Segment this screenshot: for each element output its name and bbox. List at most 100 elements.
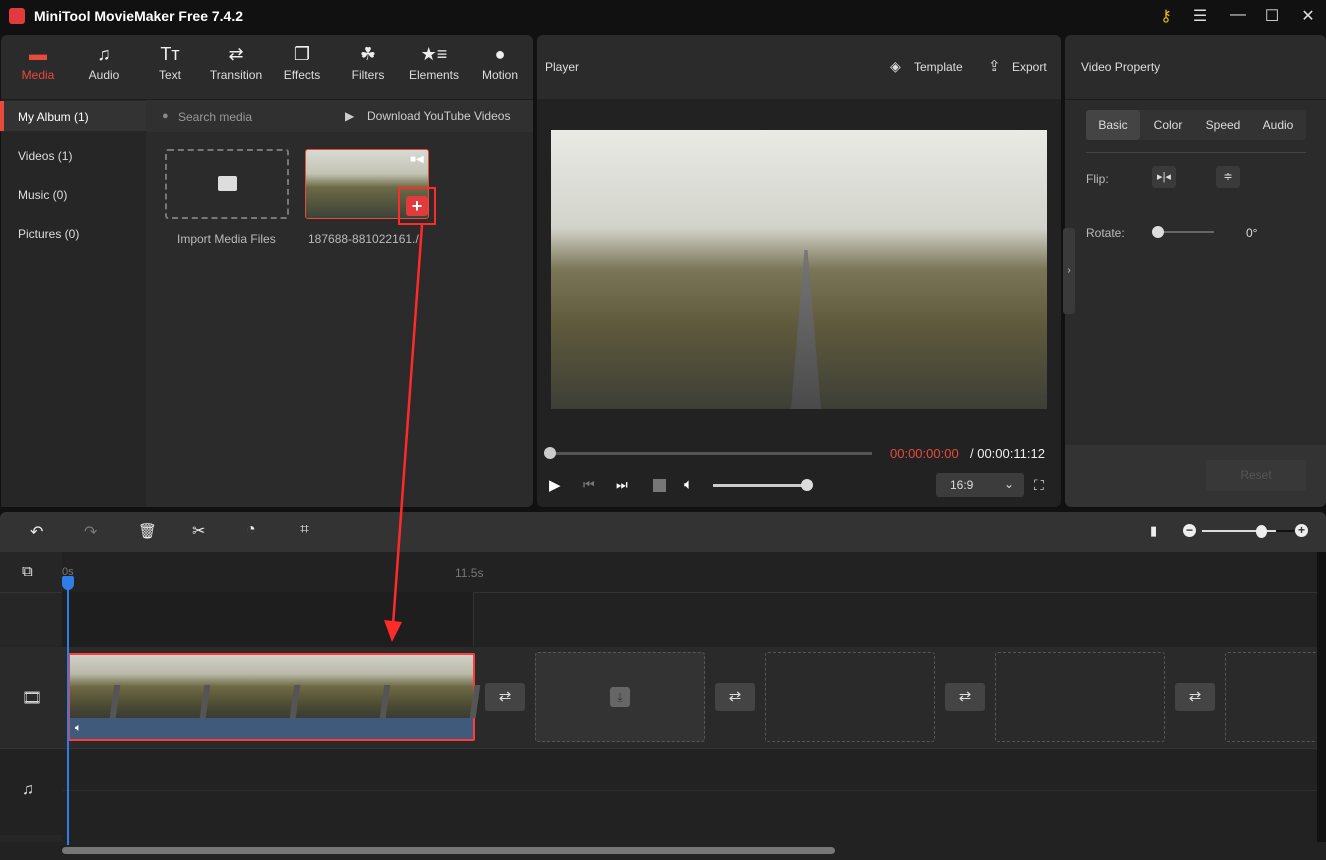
time-ruler[interactable] bbox=[62, 552, 1317, 592]
flip-label: Flip: bbox=[1086, 172, 1109, 186]
toolbar-label: Media bbox=[21, 68, 55, 82]
timeline-zoom-handle[interactable] bbox=[1256, 525, 1267, 538]
tab-color[interactable]: Color bbox=[1140, 110, 1196, 140]
video-camera-icon: ■◀ bbox=[410, 154, 424, 165]
next-frame-button[interactable]: ⏭ bbox=[616, 477, 628, 493]
volume-slider[interactable] bbox=[713, 484, 805, 487]
toolbar-motion[interactable]: ● Motion bbox=[467, 44, 533, 82]
app-title: MiniTool MovieMaker Free 7.4.2 bbox=[34, 8, 244, 24]
playhead-handle[interactable] bbox=[62, 576, 74, 590]
film-icon: 🎞︎ bbox=[22, 690, 43, 707]
annotation-arrow bbox=[384, 224, 424, 642]
rotate-value: 0° bbox=[1246, 226, 1258, 240]
search-icon[interactable]: ● bbox=[162, 110, 169, 122]
aspect-ratio-select[interactable]: 16:9 ⌄ bbox=[936, 473, 1024, 497]
transition-icon: ⇄ bbox=[228, 44, 244, 64]
zoom-out-button[interactable]: − bbox=[1183, 524, 1196, 537]
toolbar-effects[interactable]: ❐ Effects bbox=[269, 44, 335, 82]
property-title: Video Property bbox=[1081, 60, 1161, 74]
rotate-handle[interactable] bbox=[1152, 226, 1164, 238]
total-time: / 00:00:11:12 bbox=[970, 446, 1045, 461]
sidebar-item[interactable]: My Album (1) bbox=[0, 101, 146, 131]
toolbar-label: Elements bbox=[408, 68, 460, 82]
vertical-scrollbar[interactable] bbox=[1317, 552, 1326, 842]
toolbar-filters[interactable]: ☘ Filters bbox=[335, 44, 401, 82]
video-preview[interactable] bbox=[551, 130, 1047, 409]
effects-icon: ❐ bbox=[293, 44, 311, 64]
toolbar-transition[interactable]: ⇄ Transition bbox=[203, 44, 269, 82]
minimize-button[interactable]: — bbox=[1226, 6, 1250, 24]
toolbar-label: Transition bbox=[209, 68, 263, 82]
playback-progress-bar[interactable] bbox=[550, 452, 872, 455]
maximize-button[interactable]: ☐ bbox=[1260, 6, 1284, 26]
empty-slot[interactable] bbox=[995, 652, 1165, 742]
clip-audio-icon[interactable]: 🔈︎ bbox=[75, 722, 82, 735]
youtube-icon: ▶ bbox=[345, 109, 355, 123]
transition-slot-button[interactable]: ⇄ bbox=[715, 683, 755, 711]
empty-slot[interactable] bbox=[765, 652, 935, 742]
rotate-label: Rotate: bbox=[1086, 226, 1125, 240]
tab-speed[interactable]: Speed bbox=[1196, 110, 1250, 140]
search-input[interactable]: Search media bbox=[178, 110, 252, 124]
import-label: Import Media Files bbox=[177, 232, 276, 246]
rotate-slider[interactable] bbox=[1158, 231, 1214, 233]
volume-icon[interactable]: 🔈︎ bbox=[684, 476, 693, 493]
toolbar-elements[interactable]: ★≡ Elements bbox=[401, 44, 467, 82]
speed-icon[interactable]: ◔ bbox=[246, 521, 256, 539]
aspect-value: 16:9 bbox=[950, 478, 974, 492]
redo-icon[interactable]: ↷ bbox=[84, 522, 97, 542]
toolbar-audio[interactable]: ♫ Audio bbox=[71, 44, 137, 82]
transition-slot-button[interactable]: ⇄ bbox=[945, 683, 985, 711]
flip-vertical-button[interactable]: ≑ bbox=[1216, 166, 1240, 188]
chevron-down-icon: ⌄ bbox=[1003, 477, 1014, 491]
music-icon: ♫ bbox=[22, 781, 34, 798]
elements-icon: ★≡ bbox=[420, 44, 448, 64]
template-button[interactable]: Template bbox=[914, 60, 963, 74]
play-button[interactable]: ▶ bbox=[549, 476, 561, 494]
volume-handle[interactable] bbox=[801, 479, 813, 491]
progress-handle[interactable] bbox=[544, 447, 556, 459]
add-track-icon[interactable]: ⧉ bbox=[22, 563, 33, 580]
empty-slot[interactable] bbox=[1225, 652, 1325, 742]
transition-slot-button[interactable]: ⇄ bbox=[485, 683, 525, 711]
crop-icon[interactable]: ⌗ bbox=[300, 521, 309, 539]
playhead[interactable] bbox=[67, 585, 69, 845]
export-button[interactable]: Export bbox=[1012, 60, 1047, 74]
transition-slot-button[interactable]: ⇄ bbox=[1175, 683, 1215, 711]
fullscreen-icon[interactable]: ⛶ bbox=[1034, 477, 1044, 494]
clip-frame bbox=[340, 655, 430, 718]
timeline-zoom-slider[interactable] bbox=[1202, 530, 1294, 532]
app-logo-icon bbox=[9, 8, 25, 24]
fit-timeline-icon[interactable]: ▮ bbox=[1150, 523, 1157, 539]
clip-frame bbox=[250, 655, 340, 718]
download-youtube-button[interactable]: Download YouTube Videos bbox=[367, 109, 510, 123]
toolbar-label: Effects bbox=[283, 68, 321, 82]
collapse-panel-button[interactable]: › bbox=[1063, 228, 1075, 314]
clip-frame bbox=[70, 655, 160, 718]
previous-frame-button[interactable]: ⏮ bbox=[583, 477, 595, 493]
toolbar-media[interactable]: ▬ Media bbox=[5, 44, 71, 82]
tab-basic[interactable]: Basic bbox=[1086, 110, 1140, 140]
close-button[interactable]: ✕ bbox=[1296, 6, 1320, 26]
stop-button[interactable] bbox=[653, 479, 666, 492]
toolbar-label: Text bbox=[158, 68, 181, 82]
undo-icon[interactable]: ↶ bbox=[30, 522, 43, 542]
motion-icon: ● bbox=[494, 44, 506, 64]
reset-button[interactable]: Reset bbox=[1206, 460, 1306, 491]
flip-horizontal-button[interactable]: ▸|◂ bbox=[1152, 166, 1176, 188]
menu-icon[interactable]: ☰ bbox=[1188, 6, 1212, 26]
current-time: 00:00:00:00 bbox=[890, 446, 959, 461]
zoom-in-button[interactable]: + bbox=[1295, 524, 1308, 537]
sidebar-item[interactable]: Pictures (0) bbox=[0, 218, 146, 248]
filters-icon: ☘ bbox=[359, 44, 377, 64]
sidebar-item[interactable]: Videos (1) bbox=[0, 140, 146, 170]
tab-audio[interactable]: Audio bbox=[1250, 110, 1306, 140]
horizontal-scrollbar[interactable] bbox=[62, 847, 835, 854]
key-icon[interactable]: ⚷ bbox=[1154, 6, 1178, 26]
sidebar-item[interactable]: Music (0) bbox=[0, 179, 146, 209]
delete-icon[interactable]: 🗑︎ bbox=[138, 522, 157, 540]
scissors-icon[interactable]: ✂ bbox=[192, 521, 205, 541]
toolbar-text[interactable]: Tт Text bbox=[137, 44, 203, 82]
add-to-timeline-button[interactable]: + bbox=[406, 196, 428, 216]
toolbar-label: Motion bbox=[481, 68, 519, 82]
